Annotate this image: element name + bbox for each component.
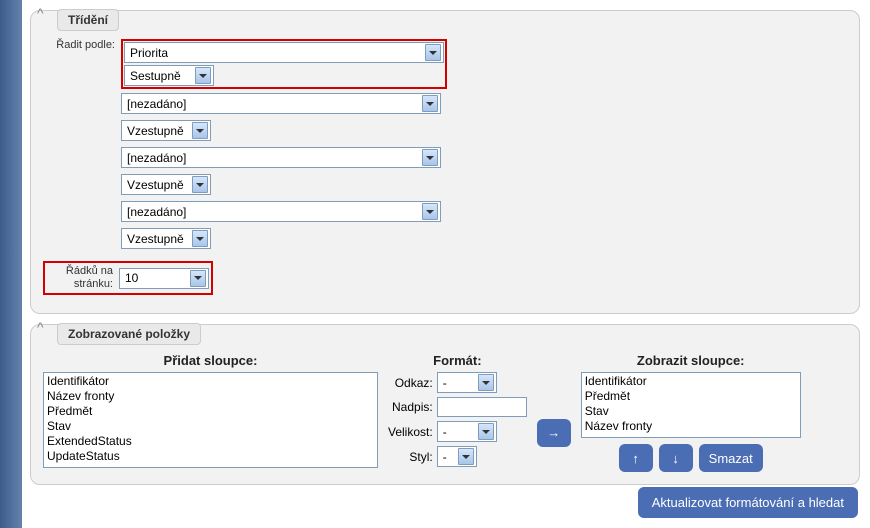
show-columns-list[interactable]: Identifikátor Předmět Stav Název fronty — [581, 372, 801, 438]
list-item[interactable]: Předmět — [583, 389, 799, 404]
move-down-button[interactable]: ↓ — [659, 444, 693, 472]
sort-field-2[interactable]: [nezadáno] — [121, 93, 441, 114]
format-style-select[interactable]: - — [437, 446, 477, 467]
sort-field-3[interactable]: [nezadáno] — [121, 147, 441, 168]
add-columns-list[interactable]: Identifikátor Název fronty Předmět Stav … — [43, 372, 378, 468]
list-item[interactable]: Název fronty — [583, 419, 799, 434]
list-item[interactable]: Stav — [583, 404, 799, 419]
chevron-down-icon — [192, 230, 208, 247]
sorting-title: Třídění — [57, 9, 119, 31]
chevron-down-icon — [458, 448, 474, 465]
sort-dir-3[interactable]: Vzestupně — [121, 174, 211, 195]
move-right-button[interactable]: → — [537, 419, 571, 447]
sort-field-1[interactable]: Priorita — [124, 42, 444, 63]
list-item[interactable]: Stav — [45, 419, 376, 434]
add-columns-header: Přidat sloupce: — [164, 353, 258, 368]
chevron-down-icon — [422, 95, 438, 112]
move-up-button[interactable]: ↑ — [619, 444, 653, 472]
chevron-down-icon — [195, 67, 211, 84]
chevron-down-icon — [192, 122, 208, 139]
list-item[interactable]: Název fronty — [45, 389, 376, 404]
chevron-down-icon — [425, 44, 441, 61]
format-size-label: Velikost: — [388, 425, 433, 439]
sort-dir-1[interactable]: Sestupně — [124, 65, 214, 86]
format-title-input[interactable] — [437, 397, 527, 417]
list-item[interactable]: ExtendedStatus — [45, 434, 376, 449]
chevron-down-icon — [422, 149, 438, 166]
chevron-down-icon — [190, 270, 206, 287]
collapse-icon[interactable]: ^ — [37, 5, 44, 21]
rows-per-page-label: Řádků na stránku: — [47, 265, 119, 291]
sort-dir-4[interactable]: Vzestupně — [121, 228, 211, 249]
format-title-label: Nadpis: — [388, 400, 433, 414]
format-size-select[interactable]: - — [437, 421, 497, 442]
chevron-down-icon — [422, 203, 438, 220]
columns-panel: ^ Zobrazované položky Přidat sloupce: Id… — [30, 324, 860, 485]
chevron-down-icon — [478, 374, 494, 391]
chevron-down-icon — [192, 176, 208, 193]
rows-per-page-select[interactable]: 10 — [119, 268, 209, 289]
format-link-label: Odkaz: — [388, 376, 433, 390]
show-columns-header: Zobrazit sloupce: — [637, 353, 745, 368]
delete-button[interactable]: Smazat — [699, 444, 763, 472]
collapse-icon[interactable]: ^ — [37, 319, 44, 335]
format-header: Formát: — [433, 353, 481, 368]
sorting-panel: ^ Třídění Řadit podle: Priorita Sestupně — [30, 10, 860, 314]
sort-field-4[interactable]: [nezadáno] — [121, 201, 441, 222]
list-item[interactable]: Identifikátor — [45, 374, 376, 389]
list-item[interactable]: UpdateStatus — [45, 449, 376, 464]
list-item[interactable]: Předmět — [45, 404, 376, 419]
columns-title: Zobrazované položky — [57, 323, 201, 345]
sort-dir-2[interactable]: Vzestupně — [121, 120, 211, 141]
format-link-select[interactable]: - — [437, 372, 497, 393]
submit-button[interactable]: Aktualizovat formátování a hledat — [638, 487, 858, 518]
list-item[interactable]: Identifikátor — [583, 374, 799, 389]
sort-by-label: Řadit podle: — [43, 39, 121, 52]
format-style-label: Styl: — [388, 450, 433, 464]
chevron-down-icon — [478, 423, 494, 440]
